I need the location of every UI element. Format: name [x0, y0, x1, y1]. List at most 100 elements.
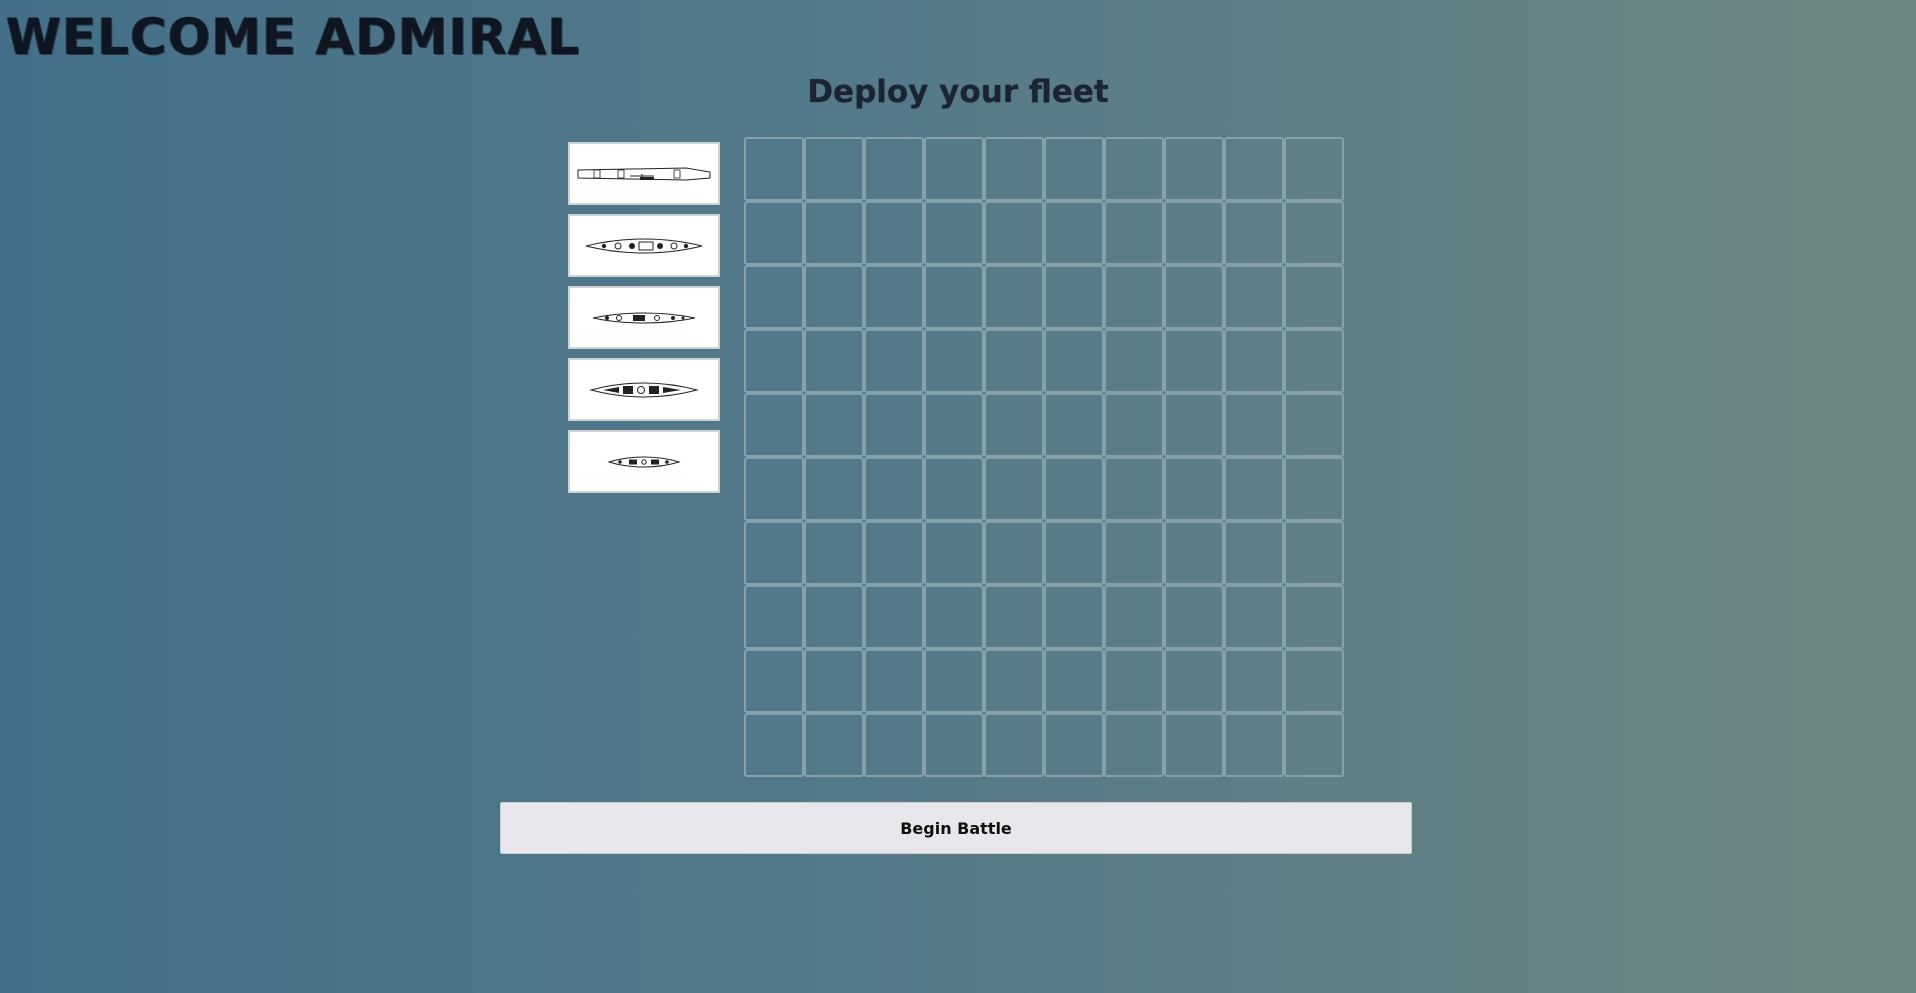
grid-cell[interactable] — [744, 265, 804, 329]
grid-cell[interactable] — [744, 713, 804, 777]
grid-cell[interactable] — [984, 585, 1044, 649]
grid-cell[interactable] — [924, 137, 984, 201]
grid-cell[interactable] — [1284, 713, 1344, 777]
grid-cell[interactable] — [864, 265, 924, 329]
grid-cell[interactable] — [984, 329, 1044, 393]
grid-cell[interactable] — [864, 393, 924, 457]
grid-cell[interactable] — [1164, 137, 1224, 201]
grid-cell[interactable] — [1164, 457, 1224, 521]
grid-cell[interactable] — [1044, 713, 1104, 777]
grid-cell[interactable] — [864, 649, 924, 713]
grid-cell[interactable] — [744, 393, 804, 457]
grid-cell[interactable] — [1164, 585, 1224, 649]
grid-cell[interactable] — [1284, 265, 1344, 329]
grid-cell[interactable] — [1044, 137, 1104, 201]
grid-cell[interactable] — [1284, 457, 1344, 521]
grid-cell[interactable] — [924, 585, 984, 649]
grid-cell[interactable] — [984, 713, 1044, 777]
grid-cell[interactable] — [1104, 137, 1164, 201]
begin-battle-button[interactable]: Begin Battle — [500, 802, 1412, 854]
grid-cell[interactable] — [1224, 137, 1284, 201]
ship-card-carrier[interactable] — [568, 142, 720, 205]
grid-cell[interactable] — [864, 457, 924, 521]
grid-cell[interactable] — [1104, 649, 1164, 713]
grid-cell[interactable] — [1104, 265, 1164, 329]
grid-cell[interactable] — [1224, 329, 1284, 393]
grid-cell[interactable] — [1284, 201, 1344, 265]
grid-cell[interactable] — [1104, 393, 1164, 457]
grid-cell[interactable] — [1104, 457, 1164, 521]
grid-cell[interactable] — [864, 521, 924, 585]
grid-cell[interactable] — [744, 585, 804, 649]
grid-cell[interactable] — [1104, 521, 1164, 585]
grid-cell[interactable] — [744, 329, 804, 393]
grid-cell[interactable] — [1224, 393, 1284, 457]
grid-cell[interactable] — [744, 649, 804, 713]
grid-cell[interactable] — [1044, 201, 1104, 265]
grid-cell[interactable] — [1224, 713, 1284, 777]
grid-cell[interactable] — [1104, 329, 1164, 393]
grid-cell[interactable] — [984, 393, 1044, 457]
grid-cell[interactable] — [1044, 521, 1104, 585]
grid-cell[interactable] — [1284, 585, 1344, 649]
grid-cell[interactable] — [804, 649, 864, 713]
grid-cell[interactable] — [1224, 457, 1284, 521]
grid-cell[interactable] — [1164, 649, 1224, 713]
grid-cell[interactable] — [804, 329, 864, 393]
grid-cell[interactable] — [984, 457, 1044, 521]
grid-cell[interactable] — [1044, 393, 1104, 457]
ship-card-cruiser[interactable] — [568, 286, 720, 349]
grid-cell[interactable] — [1164, 329, 1224, 393]
grid-cell[interactable] — [1164, 201, 1224, 265]
grid-cell[interactable] — [1224, 265, 1284, 329]
grid-cell[interactable] — [804, 457, 864, 521]
grid-cell[interactable] — [864, 137, 924, 201]
ship-card-destroyer[interactable] — [568, 430, 720, 493]
ship-card-submarine[interactable] — [568, 358, 720, 421]
grid-cell[interactable] — [744, 521, 804, 585]
grid-cell[interactable] — [1164, 393, 1224, 457]
grid-cell[interactable] — [1164, 713, 1224, 777]
grid-cell[interactable] — [804, 521, 864, 585]
grid-cell[interactable] — [744, 201, 804, 265]
ship-card-battleship[interactable] — [568, 214, 720, 277]
grid-cell[interactable] — [864, 201, 924, 265]
grid-cell[interactable] — [1044, 265, 1104, 329]
grid-cell[interactable] — [924, 201, 984, 265]
grid-cell[interactable] — [1104, 201, 1164, 265]
grid-cell[interactable] — [1164, 521, 1224, 585]
grid-cell[interactable] — [1284, 329, 1344, 393]
grid-cell[interactable] — [1284, 521, 1344, 585]
grid-cell[interactable] — [924, 521, 984, 585]
grid-cell[interactable] — [1284, 649, 1344, 713]
grid-cell[interactable] — [1284, 393, 1344, 457]
grid-cell[interactable] — [1224, 201, 1284, 265]
grid-cell[interactable] — [984, 265, 1044, 329]
grid-cell[interactable] — [864, 585, 924, 649]
grid-cell[interactable] — [864, 713, 924, 777]
grid-cell[interactable] — [744, 137, 804, 201]
grid-cell[interactable] — [924, 457, 984, 521]
grid-cell[interactable] — [804, 137, 864, 201]
grid-cell[interactable] — [1104, 713, 1164, 777]
grid-cell[interactable] — [1164, 265, 1224, 329]
grid-cell[interactable] — [924, 265, 984, 329]
grid-cell[interactable] — [924, 713, 984, 777]
grid-cell[interactable] — [984, 521, 1044, 585]
grid-cell[interactable] — [744, 457, 804, 521]
grid-cell[interactable] — [1044, 329, 1104, 393]
grid-cell[interactable] — [924, 649, 984, 713]
grid-cell[interactable] — [984, 137, 1044, 201]
grid-cell[interactable] — [924, 393, 984, 457]
grid-cell[interactable] — [1044, 457, 1104, 521]
grid-cell[interactable] — [804, 393, 864, 457]
grid-cell[interactable] — [864, 329, 924, 393]
grid-cell[interactable] — [924, 329, 984, 393]
grid-cell[interactable] — [804, 585, 864, 649]
grid-cell[interactable] — [1284, 137, 1344, 201]
grid-cell[interactable] — [1104, 585, 1164, 649]
grid-cell[interactable] — [1044, 585, 1104, 649]
grid-cell[interactable] — [1044, 649, 1104, 713]
grid-cell[interactable] — [804, 201, 864, 265]
grid-cell[interactable] — [1224, 649, 1284, 713]
